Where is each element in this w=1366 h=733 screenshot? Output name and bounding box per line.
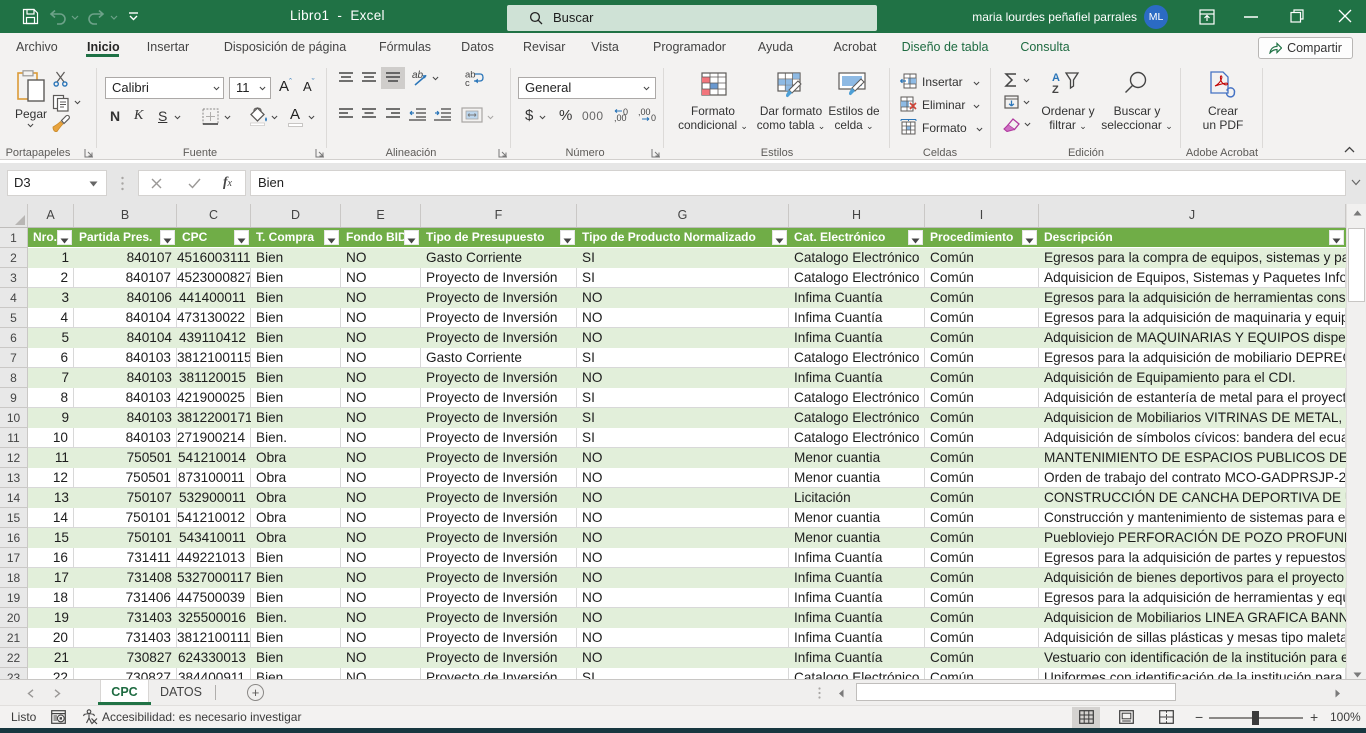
- svg-text:Z: Z: [1052, 84, 1059, 95]
- svg-text:c: c: [465, 78, 470, 87]
- svg-text:,00: ,00: [638, 108, 651, 117]
- svg-text:A: A: [1052, 72, 1060, 84]
- svg-text:0: 0: [623, 108, 628, 117]
- svg-text:0: 0: [651, 113, 656, 123]
